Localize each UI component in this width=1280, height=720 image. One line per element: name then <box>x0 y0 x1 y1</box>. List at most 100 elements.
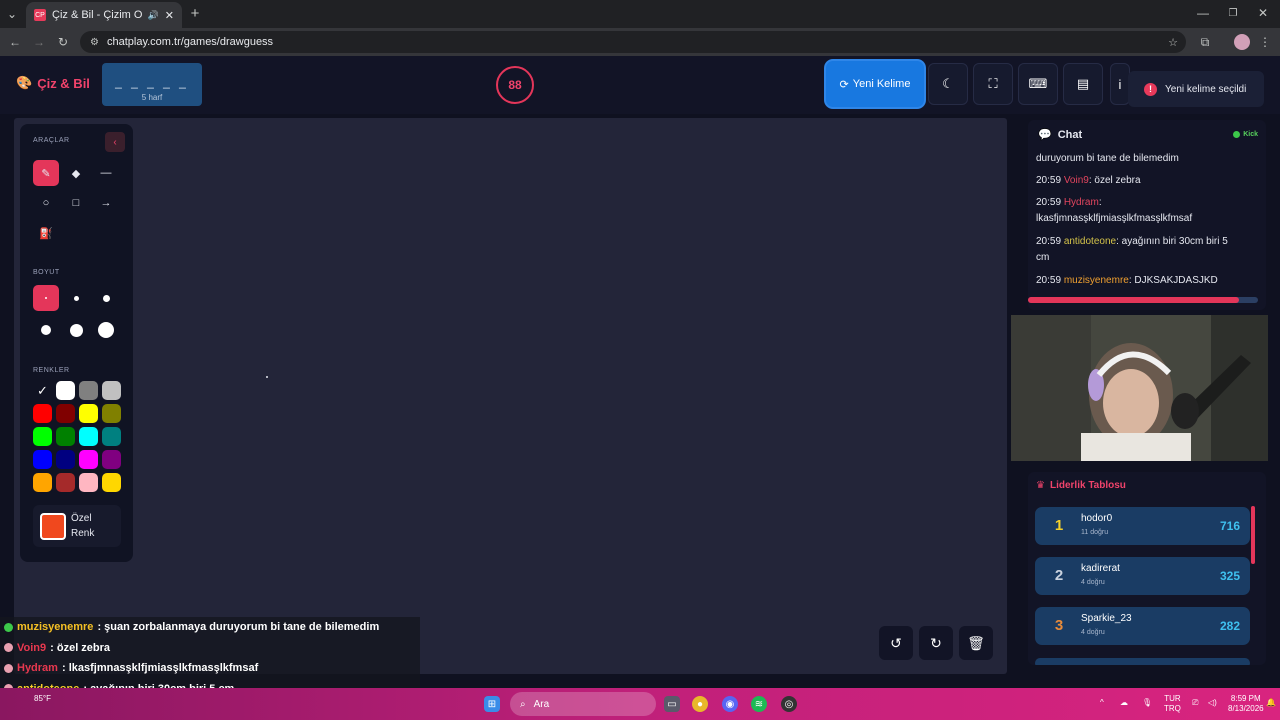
dark-mode-button[interactable]: ☾ <box>928 63 968 105</box>
browser-tab-bar: ⌄ CP Çiz & Bil - Çizim Oyunu 🔊 ✕ + — ❐ ✕ <box>0 0 1280 28</box>
chat-message-user[interactable]: Voin9 <box>1064 175 1089 186</box>
back-icon[interactable]: ← <box>8 34 22 50</box>
color-swatch[interactable] <box>79 427 98 446</box>
color-swatch[interactable] <box>79 450 98 469</box>
minimize-icon[interactable]: — <box>1196 6 1210 20</box>
tab-close-icon[interactable]: ✕ <box>165 9 174 22</box>
app-logo[interactable]: 🎨 Çiz & Bil <box>16 75 90 91</box>
site-info-icon[interactable]: ⚙ <box>90 37 99 48</box>
fullscreen-button[interactable]: ⛶ <box>973 63 1013 105</box>
leaderboard-scrollbar[interactable] <box>1251 506 1255 564</box>
chrome-icon[interactable]: ● <box>692 696 708 712</box>
keyboard-button[interactable]: ⌨ <box>1018 63 1058 105</box>
chat-message-time: 20:59 <box>1036 236 1064 247</box>
archive-button[interactable]: ▤ <box>1063 63 1103 105</box>
profile-avatar[interactable] <box>1234 34 1250 50</box>
chat-message-user[interactable]: antidoteone <box>1064 236 1116 247</box>
url-bar[interactable]: ⚙ chatplay.com.tr/games/drawguess ☆ <box>80 31 1186 53</box>
brush-tool[interactable]: ✎ <box>33 160 59 186</box>
fill-tool[interactable]: ⛽ <box>33 220 59 246</box>
undo-button[interactable]: ↺ <box>879 626 913 660</box>
network-icon[interactable]: ⎚ <box>1192 698 1198 708</box>
weather-widget[interactable]: 85°F <box>34 694 51 704</box>
forward-icon[interactable]: → <box>32 34 46 50</box>
keyboard-icon: ⌨ <box>1028 76 1048 91</box>
clear-canvas-button[interactable]: 🗑 <box>959 626 993 660</box>
circle-tool[interactable]: ○ <box>33 190 59 216</box>
size-option-3[interactable] <box>93 285 119 311</box>
size-option-5[interactable] <box>63 317 89 343</box>
toast-text: Yeni kelime seçildi <box>1165 83 1247 95</box>
notifications-icon[interactable]: 🔔 <box>1266 698 1276 708</box>
chat-progress-bar <box>1028 297 1258 303</box>
color-swatch[interactable] <box>79 473 98 492</box>
color-swatch[interactable] <box>56 473 75 492</box>
info-button[interactable]: i <box>1110 63 1130 105</box>
color-swatch[interactable] <box>33 404 52 423</box>
size-option-6[interactable] <box>93 317 119 343</box>
color-swatch[interactable] <box>56 404 75 423</box>
color-swatch-selected[interactable]: ✓ <box>33 381 52 400</box>
size-option-1[interactable] <box>33 285 59 311</box>
close-window-icon[interactable]: ✕ <box>1256 6 1270 20</box>
drawing-canvas[interactable] <box>14 118 1007 674</box>
color-swatch[interactable] <box>79 404 98 423</box>
url-text: chatplay.com.tr/games/drawguess <box>106 36 274 48</box>
color-swatch[interactable] <box>79 381 98 400</box>
clock[interactable]: 8:59 PM 8/13/2026 <box>1228 694 1264 714</box>
size-option-4[interactable] <box>33 317 59 343</box>
spotify-icon[interactable]: ≋ <box>751 696 767 712</box>
arrow-tool[interactable]: → <box>93 190 119 216</box>
color-swatch[interactable] <box>33 450 52 469</box>
leaderboard-correct-count: 4 doğru <box>1081 579 1105 586</box>
app-icon[interactable]: ◎ <box>781 696 797 712</box>
reload-icon[interactable]: ↻ <box>56 34 70 50</box>
color-swatch[interactable] <box>33 473 52 492</box>
color-swatch[interactable] <box>56 450 75 469</box>
color-swatch[interactable] <box>56 381 75 400</box>
palette-icon: 🎨 <box>16 75 33 90</box>
tab-audio-icon[interactable]: 🔊 <box>148 10 159 21</box>
line-tool[interactable]: — <box>93 160 119 186</box>
eraser-tool[interactable]: ◆ <box>63 160 89 186</box>
chat-title: Chat <box>1057 128 1083 141</box>
mic-icon[interactable]: 🎙 <box>1142 698 1152 708</box>
custom-color-button[interactable]: Özel Renk <box>33 505 121 547</box>
chat-message-user[interactable]: Hydram <box>1064 197 1099 208</box>
color-swatch[interactable] <box>33 427 52 446</box>
extensions-icon[interactable]: ⧉ <box>1198 34 1212 50</box>
browser-menu-icon[interactable]: ⋮ <box>1258 34 1272 50</box>
restore-icon[interactable]: ❐ <box>1226 6 1240 20</box>
start-icon[interactable]: ⊞ <box>484 696 500 712</box>
redo-button[interactable]: ↻ <box>919 626 953 660</box>
color-swatch[interactable] <box>102 473 121 492</box>
cloud-icon[interactable]: ☁ <box>1120 698 1128 708</box>
volume-icon[interactable]: ◁) <box>1208 698 1217 708</box>
color-swatch[interactable] <box>102 404 121 423</box>
color-swatch[interactable] <box>102 427 121 446</box>
new-word-label: Yeni Kelime <box>852 78 911 90</box>
collapse-panel-button[interactable]: ‹ <box>105 132 125 152</box>
tab-title: Çiz & Bil - Çizim Oyunu <box>52 9 142 21</box>
color-swatch[interactable] <box>102 381 121 400</box>
chat-progress-fill <box>1028 297 1239 303</box>
color-swatch[interactable] <box>56 427 75 446</box>
app-header: 🎨 Çiz & Bil _ _ _ _ _ 5 harf 88 ⟳ Yeni K… <box>0 56 1280 114</box>
tray-chevron-icon[interactable]: ^ <box>1100 698 1104 708</box>
new-tab-icon[interactable]: + <box>188 5 202 22</box>
browser-address-bar: ← → ↻ ⚙ chatplay.com.tr/games/drawguess … <box>0 28 1280 56</box>
square-tool[interactable]: □ <box>63 190 89 216</box>
browser-tab[interactable]: CP Çiz & Bil - Çizim Oyunu 🔊 ✕ <box>26 2 182 28</box>
bookmark-star-icon[interactable]: ☆ <box>1168 36 1178 49</box>
leaderboard-score: 325 <box>1219 569 1240 583</box>
chat-message-user[interactable]: muzisyenemre <box>1064 275 1129 286</box>
tab-search-icon[interactable]: ⌄ <box>4 6 20 22</box>
archive-icon: ▤ <box>1076 76 1090 91</box>
new-word-button[interactable]: ⟳ Yeni Kelime <box>826 61 924 107</box>
discord-icon[interactable]: ◉ <box>722 696 738 712</box>
color-swatch[interactable] <box>102 450 121 469</box>
size-option-2[interactable] <box>63 285 89 311</box>
input-language[interactable]: TUR TRQ <box>1164 694 1181 714</box>
taskbar-search[interactable]: ⌕ Ara <box>510 692 656 716</box>
task-view-icon[interactable]: ▭ <box>664 696 680 712</box>
